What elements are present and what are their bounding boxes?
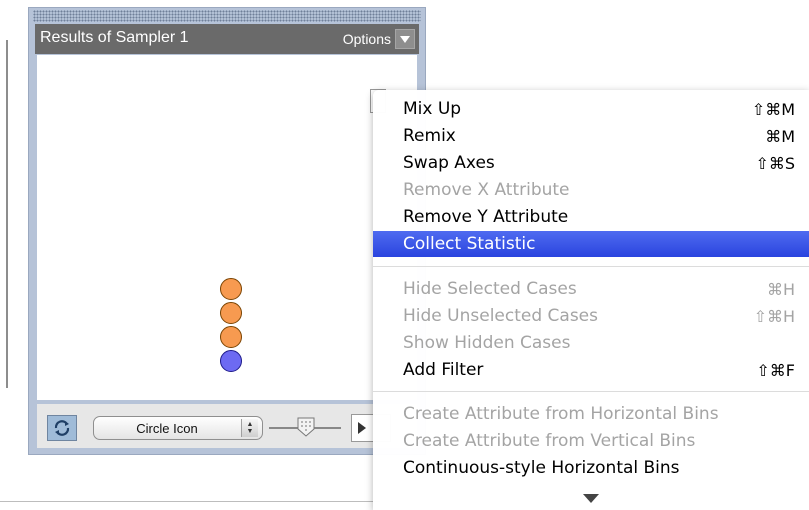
- menu-item-continuous-style-horizontal-bins[interactable]: Continuous-style Horizontal Bins: [373, 455, 809, 481]
- sampler-results-window: Results of Sampler 1 Options Circle Icon…: [28, 7, 426, 455]
- left-divider: [6, 40, 8, 388]
- window-title: Results of Sampler 1: [40, 29, 189, 46]
- menu-item-hide-selected-cases: Hide Selected Cases ⌘H: [403, 279, 795, 299]
- chevron-down-icon[interactable]: [395, 29, 415, 49]
- menu-item-add-filter[interactable]: Add Filter ⇧⌘F: [373, 357, 809, 383]
- refresh-icon: [54, 420, 70, 436]
- case-dot[interactable]: [220, 350, 242, 372]
- icon-select-value: Circle Icon: [136, 421, 198, 436]
- window-bottom-toolbar: Circle Icon ▲ ▼: [37, 404, 417, 448]
- menu-item-hide-unselected-cases: Hide Unselected Cases ⇧⌘H: [403, 306, 795, 326]
- options-context-menu: Mix Up ⇧⌘M Remix ⌘M Swap Axes ⇧⌘S Remove…: [373, 90, 809, 510]
- window-title-bar[interactable]: Results of Sampler 1 Options: [35, 24, 419, 54]
- menu-item-create-attribute-horizontal-bins: Create Attribute from Horizontal Bins: [403, 404, 719, 424]
- screen: Results of Sampler 1 Options Circle Icon…: [0, 0, 809, 510]
- case-dot[interactable]: [220, 326, 242, 348]
- play-icon: [358, 422, 366, 434]
- options-label: Options: [342, 31, 391, 47]
- icon-type-select[interactable]: Circle Icon ▲ ▼: [93, 416, 263, 440]
- menu-item-show-hidden-cases: Show Hidden Cases: [403, 333, 571, 353]
- plot-area[interactable]: [37, 55, 417, 400]
- options-menu-button[interactable]: Options: [343, 29, 415, 49]
- menu-item-collect-statistic[interactable]: Collect Statistic: [373, 231, 809, 257]
- menu-separator: [373, 266, 809, 267]
- menu-item-remove-y-attribute[interactable]: Remove Y Attribute: [373, 204, 809, 230]
- menu-item-remove-x-attribute: Remove X Attribute: [403, 180, 570, 200]
- menu-item-remix[interactable]: Remix ⌘M: [373, 123, 809, 149]
- menu-scroll-down-arrow-icon[interactable]: [583, 494, 599, 503]
- menu-item-swap-axes[interactable]: Swap Axes ⇧⌘S: [373, 150, 809, 176]
- menu-item-mix-up[interactable]: Mix Up ⇧⌘M: [373, 96, 809, 122]
- case-dot[interactable]: [220, 278, 242, 300]
- refresh-button[interactable]: [47, 415, 77, 441]
- window-drag-grip[interactable]: [33, 10, 421, 22]
- speed-slider[interactable]: [269, 416, 341, 440]
- case-dot[interactable]: [220, 302, 242, 324]
- bottom-divider: [0, 501, 380, 502]
- menu-item-create-attribute-vertical-bins: Create Attribute from Vertical Bins: [403, 431, 696, 451]
- slider-thumb[interactable]: [297, 417, 315, 437]
- menu-separator: [373, 391, 809, 392]
- select-stepper-icon: ▲ ▼: [241, 419, 258, 437]
